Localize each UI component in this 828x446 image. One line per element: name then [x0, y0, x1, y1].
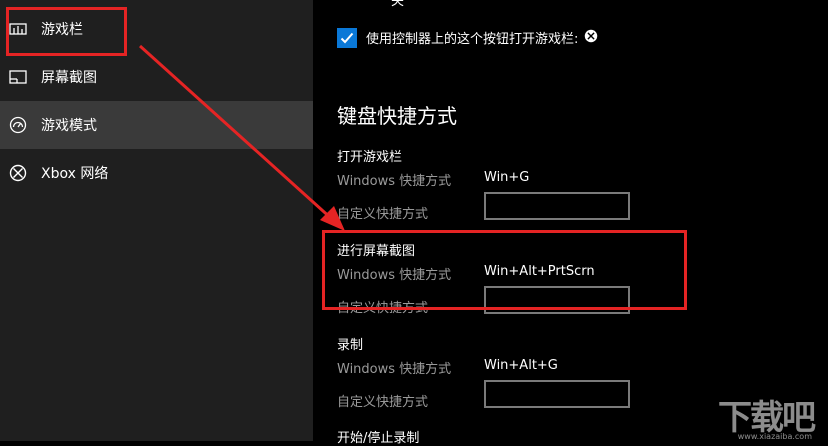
windows-shortcut-label: Windows 快捷方式: [337, 268, 452, 283]
sidebar-item-label: 屏幕截图: [41, 70, 97, 86]
windows-shortcut-value: Win+G: [484, 170, 530, 185]
game-mode-icon: [8, 115, 28, 135]
windows-shortcut-label: Windows 快捷方式: [337, 174, 452, 189]
sidebar-item-game-mode[interactable]: 游戏模式: [0, 101, 313, 149]
watermark-url: www.xiazaiba.com: [737, 432, 812, 441]
sidebar: 游戏栏 屏幕截图 游戏模式 Xbox 网络: [0, 0, 313, 441]
windows-shortcut-value: Win+Alt+PrtScrn: [484, 264, 595, 279]
xbox-icon: [584, 29, 598, 47]
custom-shortcut-input[interactable]: [484, 380, 630, 408]
custom-shortcut-input[interactable]: [484, 286, 630, 314]
group-title-open-game-bar: 打开游戏栏: [337, 150, 403, 165]
sidebar-item-screenshot[interactable]: 屏幕截图: [0, 53, 313, 101]
screenshot-icon: [8, 67, 28, 87]
sidebar-item-label: Xbox 网络: [41, 166, 109, 182]
keyboard-shortcuts-title: 键盘快捷方式: [337, 104, 457, 128]
sidebar-item-label: 游戏栏: [41, 22, 83, 38]
xbox-icon: [8, 163, 28, 183]
custom-shortcut-label: 自定义快捷方式: [337, 207, 429, 222]
sidebar-item-label: 游戏模式: [41, 118, 97, 134]
checkbox-label: 使用控制器上的这个按钮打开游戏栏:: [366, 28, 598, 47]
windows-shortcut-value: Win+Alt+G: [484, 358, 558, 373]
group-title-start-stop-recording: 开始/停止录制: [337, 431, 420, 446]
game-bar-icon: [8, 19, 28, 39]
windows-shortcut-label: Windows 快捷方式: [337, 362, 452, 377]
custom-shortcut-input[interactable]: [484, 192, 630, 220]
group-title-screenshot: 进行屏幕截图: [337, 244, 416, 259]
toggle-state-text: 关: [391, 0, 405, 9]
custom-shortcut-label: 自定义快捷方式: [337, 301, 429, 316]
group-title-record: 录制: [337, 338, 364, 353]
sidebar-item-game-bar[interactable]: 游戏栏: [0, 5, 313, 53]
custom-shortcut-label: 自定义快捷方式: [337, 395, 429, 410]
sidebar-item-xbox-network[interactable]: Xbox 网络: [0, 149, 313, 197]
settings-content: 关 使用控制器上的这个按钮打开游戏栏: 键盘快捷方式 打开游戏栏 Windows…: [313, 0, 828, 446]
controller-button-checkbox[interactable]: [337, 28, 357, 48]
